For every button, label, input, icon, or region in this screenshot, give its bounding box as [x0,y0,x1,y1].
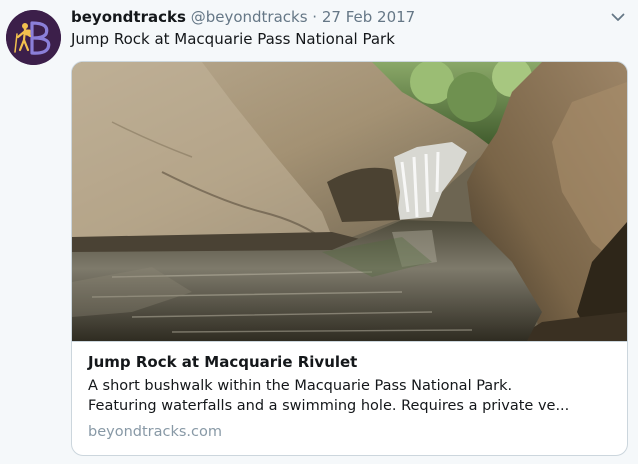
chevron-down-icon [611,13,625,21]
link-card[interactable]: Jump Rock at Macquarie Rivulet A short b… [71,61,628,456]
tweet-menu-button[interactable] [610,9,626,25]
card-title: Jump Rock at Macquarie Rivulet [88,353,358,371]
tweet-text: Jump Rock at Macquarie Pass National Par… [71,30,395,48]
waterfall-photo [72,62,627,341]
card-image[interactable] [72,62,627,342]
separator-dot: · [312,8,318,26]
card-description-line-1: A short bushwalk within the Macquarie Pa… [88,378,513,394]
user-handle[interactable]: @beyondtracks [191,8,308,26]
avatar[interactable] [6,10,61,65]
tweet-date[interactable]: 27 Feb 2017 [322,8,415,26]
card-description-line-2: Featuring waterfalls and a swimming hole… [88,398,570,414]
hiker-logo-icon [6,10,61,65]
card-domain: beyondtracks.com [88,424,223,440]
tweet: beyondtracks @beyondtracks · 27 Feb 2017… [0,0,638,464]
tweet-header: beyondtracks @beyondtracks · 27 Feb 2017 [71,7,415,27]
card-description: A short bushwalk within the Macquarie Pa… [88,376,613,416]
display-name[interactable]: beyondtracks [71,8,186,26]
